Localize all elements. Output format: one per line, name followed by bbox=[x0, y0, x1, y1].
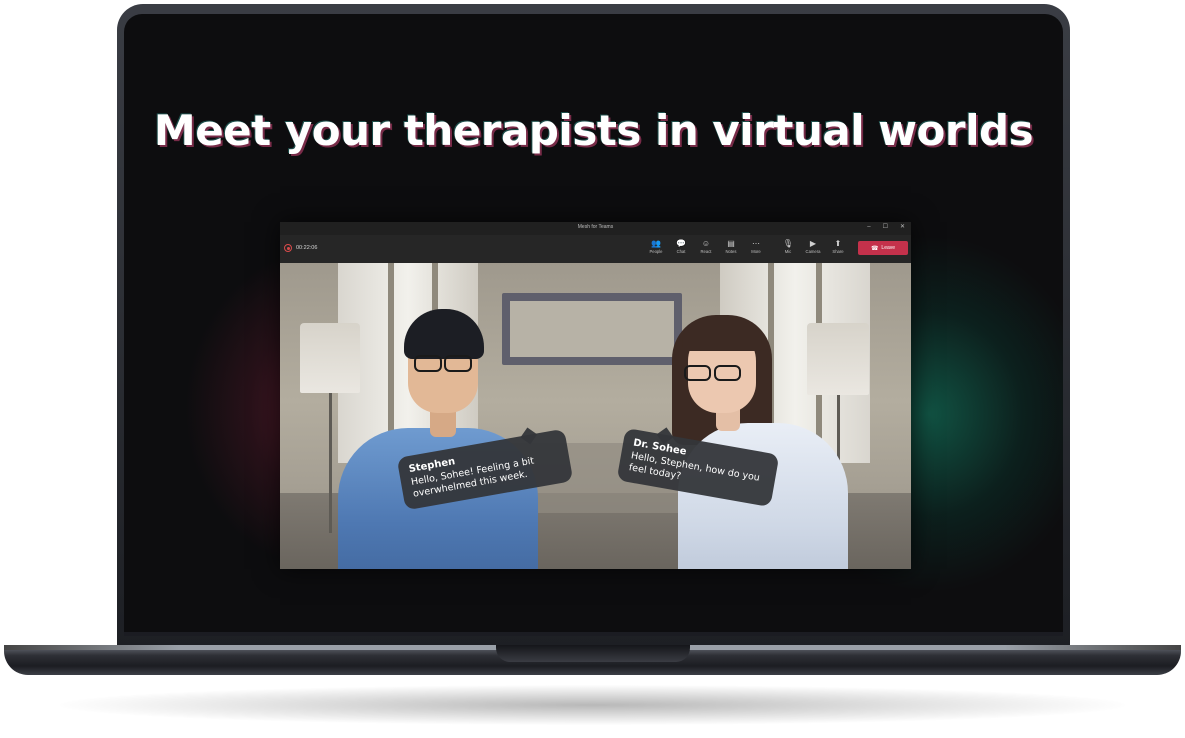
headline: Meet your therapists in virtual worlds bbox=[153, 106, 1034, 155]
share-label: Share bbox=[832, 249, 844, 254]
screen-bottom-strip bbox=[124, 632, 1063, 636]
laptop-notch bbox=[496, 645, 690, 662]
react-label: React bbox=[700, 249, 712, 254]
chat-label: Chat bbox=[676, 249, 686, 254]
virtual-room-scene: Stephen Hello, Sohee! Feeling a bit over… bbox=[280, 263, 911, 569]
people-icon: 👥 bbox=[651, 239, 661, 248]
chat-button[interactable]: 💬 Chat bbox=[671, 239, 691, 255]
notes-icon: ▤ bbox=[727, 239, 735, 248]
lamp-right bbox=[807, 323, 869, 395]
window-title: Mesh for Teams bbox=[577, 224, 614, 230]
camera-button[interactable]: ▶ Camera bbox=[803, 239, 823, 255]
title-bar: Mesh for Teams – ☐ ✕ bbox=[280, 222, 911, 235]
mic-button[interactable]: 🎙 Mic bbox=[778, 239, 798, 255]
react-button[interactable]: ☺ React bbox=[696, 239, 716, 255]
wall-picture bbox=[510, 301, 674, 357]
avatar-stephen-glasses bbox=[414, 355, 478, 372]
share-button[interactable]: ⬆ Share bbox=[828, 239, 848, 255]
maximize-icon[interactable]: ☐ bbox=[883, 224, 888, 230]
share-icon: ⬆ bbox=[834, 239, 842, 248]
avatar-sohee-hair bbox=[682, 317, 762, 351]
people-button[interactable]: 👥 People bbox=[646, 239, 666, 255]
lamp-left-pole bbox=[329, 393, 332, 533]
notes-button[interactable]: ▤ Notes bbox=[721, 239, 741, 255]
mic-icon: 🎙 bbox=[782, 239, 794, 248]
more-label: More bbox=[751, 249, 761, 254]
timer-text: 00:22:06 bbox=[296, 245, 318, 251]
lamp-left bbox=[300, 323, 360, 393]
laptop-shadow bbox=[60, 685, 1125, 725]
window-controls: – ☐ ✕ bbox=[867, 224, 905, 230]
meeting-timer: 00:22:06 bbox=[284, 244, 317, 252]
more-button[interactable]: ⋯ More bbox=[746, 239, 766, 255]
minimize-icon[interactable]: – bbox=[867, 224, 870, 230]
teams-meeting-window: Mesh for Teams – ☐ ✕ 00:22:06 👥 People 💬… bbox=[280, 222, 911, 569]
leave-label: Leave bbox=[881, 245, 896, 251]
recording-icon bbox=[284, 244, 292, 252]
avatar-sohee-glasses bbox=[684, 365, 748, 381]
more-icon: ⋯ bbox=[752, 239, 760, 248]
camera-label: Camera bbox=[805, 249, 821, 254]
mic-label: Mic bbox=[784, 249, 792, 254]
leave-button[interactable]: ☎ Leave bbox=[858, 241, 908, 255]
camera-icon: ▶ bbox=[809, 239, 817, 248]
close-icon[interactable]: ✕ bbox=[900, 224, 905, 230]
notes-label: Notes bbox=[725, 249, 737, 254]
meeting-toolbar: 00:22:06 👥 People 💬 Chat ☺ React ▤ Notes… bbox=[280, 235, 911, 263]
react-icon: ☺ bbox=[701, 239, 711, 248]
phone-hangup-icon: ☎ bbox=[870, 245, 879, 252]
chat-icon: 💬 bbox=[676, 239, 686, 248]
people-label: People bbox=[649, 249, 663, 254]
